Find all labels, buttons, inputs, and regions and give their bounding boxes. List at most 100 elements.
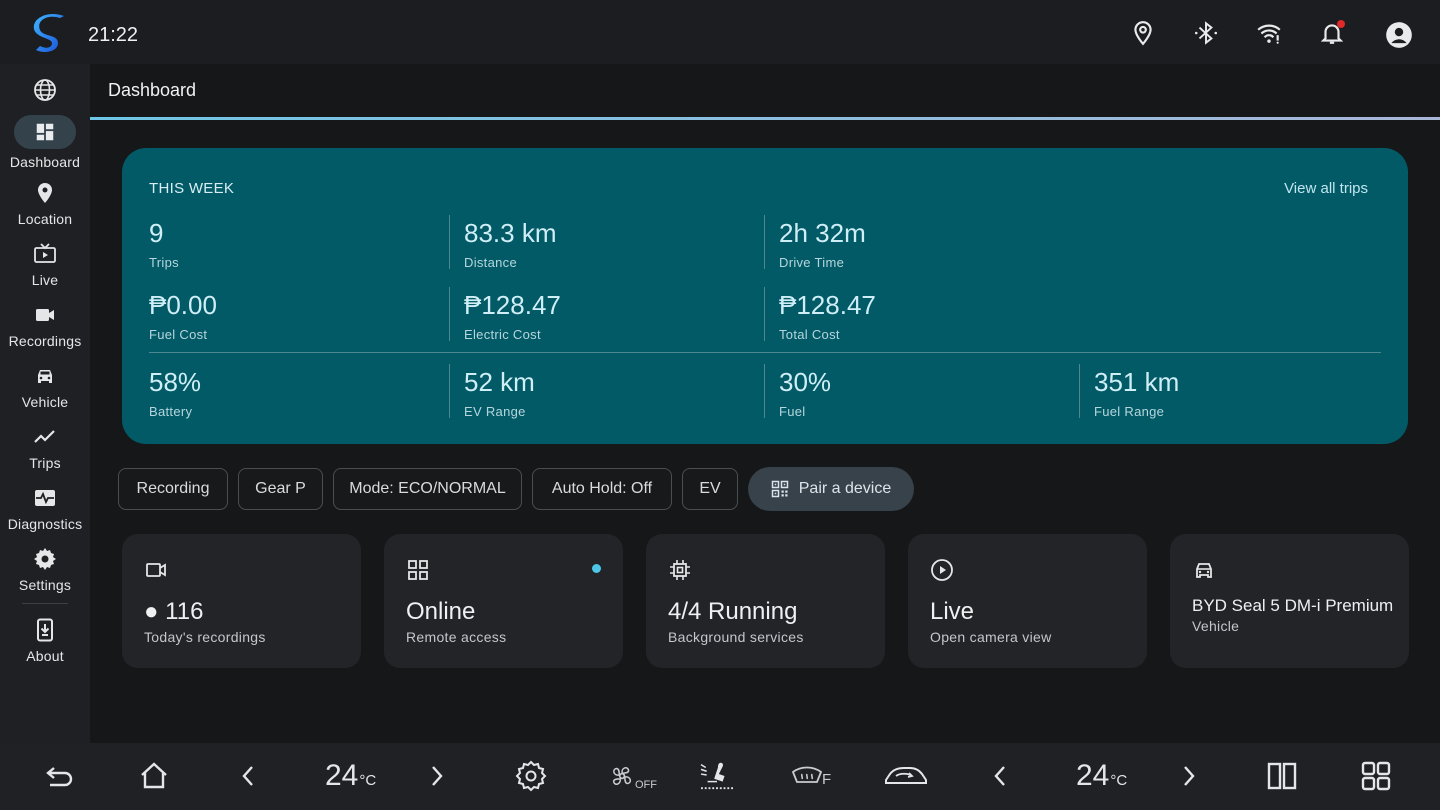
status-bar: 21:22 (0, 0, 1440, 64)
pair-device-button[interactable]: Pair a device (748, 467, 914, 511)
back-icon[interactable] (44, 760, 76, 792)
cpu-chip-icon (670, 560, 690, 580)
tile-remote-access[interactable]: Online Remote access (384, 534, 623, 668)
gear-icon (34, 548, 56, 570)
car-icon (1196, 563, 1212, 578)
nav-item-diagnostics[interactable]: Diagnostics (0, 486, 90, 532)
tile-value: 4/4 Running (668, 598, 798, 625)
stat-fuel: 30% Fuel (779, 367, 1079, 419)
notification-badge (1337, 20, 1345, 28)
stat-value: ₱128.47 (464, 290, 561, 320)
globe-icon (34, 79, 56, 101)
chip-gear[interactable]: Gear P (238, 468, 323, 510)
nav-item-live[interactable]: Live (0, 242, 90, 288)
stat-divider (449, 287, 450, 341)
chip-ev[interactable]: EV (682, 468, 738, 510)
play-circle-icon (931, 559, 953, 581)
stat-label: Total Cost (779, 327, 840, 342)
stat-divider (449, 215, 450, 269)
apps-grid-icon (408, 560, 428, 580)
seat-airflow-icon[interactable] (697, 759, 737, 791)
left-temp-value: 24 (325, 759, 359, 792)
split-screen-icon[interactable] (1266, 760, 1298, 792)
car-icon (38, 370, 52, 383)
stat-distance: 83.3 km Distance (464, 218, 764, 270)
tile-background-services[interactable]: 4/4 Running Background services (646, 534, 885, 668)
nav-label-settings: Settings (18, 577, 72, 593)
pair-device-label: Pair a device (798, 480, 892, 497)
temp-unit: °C (1110, 772, 1128, 789)
stat-total-cost: ₱128.47 Total Cost (779, 290, 1079, 342)
account-icon[interactable] (1385, 21, 1413, 49)
stat-label: Fuel (779, 404, 806, 419)
chip-mode[interactable]: Mode: ECO/NORMAL (333, 468, 522, 510)
app-logo (33, 13, 64, 52)
stat-divider (1079, 364, 1080, 418)
live-tv-icon (34, 243, 56, 263)
stat-battery: 58% Battery (149, 367, 449, 419)
tile-label: Open camera view (930, 629, 1052, 645)
monitor-heart-icon (35, 490, 55, 506)
chip-recording[interactable]: Recording (118, 468, 228, 510)
tile-label: Vehicle (1192, 618, 1240, 634)
tile-recordings[interactable]: ● 116 Today's recordings (122, 534, 361, 668)
stat-value: 30% (779, 367, 832, 397)
view-all-trips-link[interactable]: View all trips (1284, 180, 1368, 197)
tile-value: BYD Seal 5 DM-i Premium (1192, 596, 1394, 615)
main-content: Dashboard THIS WEEK View all trips 9 Tri… (90, 64, 1440, 743)
chevron-left-icon[interactable] (984, 760, 1016, 792)
wifi-icon[interactable] (1256, 20, 1282, 46)
home-icon[interactable] (138, 760, 170, 792)
stat-value: 351 km (1094, 367, 1180, 397)
week-card-label: THIS WEEK (149, 180, 235, 197)
stat-fuel-cost: ₱0.00 Fuel Cost (149, 290, 449, 342)
chip-auto-hold[interactable]: Auto Hold: Off (532, 468, 672, 510)
left-temperature: 24°C (325, 759, 376, 793)
stat-value: 83.3 km (464, 218, 557, 248)
stat-divider (764, 287, 765, 341)
tile-vehicle[interactable]: BYD Seal 5 DM-i Premium Vehicle (1170, 534, 1409, 668)
nav-item-dashboard[interactable]: Dashboard (0, 115, 90, 170)
tile-label: Background services (668, 629, 804, 645)
front-defrost-icon[interactable] (791, 760, 823, 792)
tile-value: Live (930, 598, 975, 625)
stat-value: 52 km (464, 367, 535, 397)
stat-value: 9 (149, 218, 164, 248)
tile-value: Online (406, 598, 476, 625)
stat-value: ₱128.47 (779, 290, 876, 320)
right-temp-value: 24 (1076, 759, 1110, 792)
nav-label-live: Live (31, 272, 59, 288)
week-card-divider (149, 352, 1381, 353)
dashboard-icon (36, 123, 54, 141)
stat-label: Electric Cost (464, 327, 541, 342)
nav-label-recordings: Recordings (8, 333, 82, 349)
chevron-left-icon[interactable] (232, 760, 264, 792)
nav-item-vehicle[interactable]: Vehicle (0, 364, 90, 410)
chevron-right-icon[interactable] (1173, 760, 1205, 792)
nav-item-recordings[interactable]: Recordings (0, 303, 90, 349)
fan-icon[interactable] (608, 760, 638, 792)
nav-item-globe[interactable] (0, 78, 90, 102)
tile-label: Today's recordings (144, 629, 266, 645)
nav-item-trips[interactable]: Trips (0, 425, 90, 471)
location-pin-icon[interactable] (1130, 20, 1156, 46)
nav-item-settings[interactable]: Settings (0, 547, 90, 593)
nav-item-about[interactable]: About (0, 618, 90, 664)
stat-label: Fuel Range (1094, 404, 1165, 419)
chevron-right-icon[interactable] (421, 760, 453, 792)
status-indicator-dot (592, 564, 601, 573)
stat-trips: 9 Trips (149, 218, 449, 270)
climate-settings-icon[interactable] (515, 760, 547, 792)
stat-electric-cost: ₱128.47 Electric Cost (464, 290, 764, 342)
clock: 21:22 (88, 24, 139, 46)
tile-live-camera[interactable]: Live Open camera view (908, 534, 1147, 668)
nav-item-location[interactable]: Location (0, 181, 90, 227)
fan-state-label: OFF (635, 779, 657, 791)
bluetooth-icon[interactable] (1193, 20, 1219, 46)
car-recirculation-icon[interactable] (882, 760, 930, 792)
nav-divider (22, 603, 68, 604)
app-grid-icon[interactable] (1360, 760, 1392, 792)
nav-label-dashboard: Dashboard (9, 154, 81, 170)
this-week-card: THIS WEEK View all trips 9 Trips 83.3 km… (122, 148, 1408, 444)
nav-active-indicator (14, 115, 76, 149)
